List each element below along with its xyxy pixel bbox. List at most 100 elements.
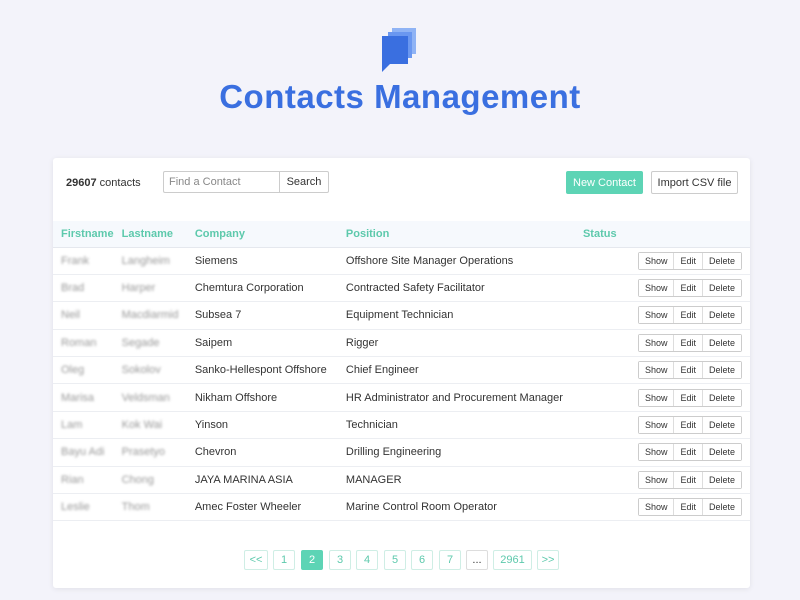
delete-button[interactable]: Delete xyxy=(701,389,741,406)
cell-position: Equipment Technician xyxy=(345,309,454,322)
row-actions: Show Edit Delete xyxy=(637,443,742,462)
cell-firstname: Brad xyxy=(61,282,85,295)
row-actions: Show Edit Delete xyxy=(637,333,742,352)
table-row: Neil Macdiarmid Subsea 7 Equipment Technici… xyxy=(53,302,750,330)
page-button[interactable]: 4 xyxy=(356,550,378,570)
contact-count: 29607 contacts xyxy=(66,177,141,189)
header-actions xyxy=(638,221,750,247)
cell-position: Rigger xyxy=(345,336,379,349)
cell-actions: Show Edit Delete xyxy=(637,274,750,301)
row-actions: Show Edit Delete xyxy=(637,279,742,298)
page-button-active[interactable]: 2 xyxy=(301,550,323,570)
cell-lastname: Harper xyxy=(121,282,156,295)
show-button[interactable]: Show xyxy=(638,307,674,324)
cell-company: Amec Foster Wheeler xyxy=(194,501,302,514)
toolbar: 29607 contacts Search New Contact Import… xyxy=(66,171,738,195)
cell-firstname: Lam xyxy=(61,419,83,432)
show-button[interactable]: Show xyxy=(638,252,674,269)
edit-button[interactable]: Edit xyxy=(673,307,702,324)
cell-actions: Show Edit Delete xyxy=(637,466,750,493)
import-csv-button[interactable]: Import CSV file xyxy=(651,171,738,194)
edit-button[interactable]: Edit xyxy=(673,334,702,351)
cell-position: HR Administrator and Procurement Manager xyxy=(345,391,563,404)
cell-actions: Show Edit Delete xyxy=(637,384,750,411)
delete-button[interactable]: Delete xyxy=(701,417,741,434)
show-button[interactable]: Show xyxy=(638,334,674,351)
table-row: Roman Segade Saipem Rigger Show Edit Delete xyxy=(53,329,750,357)
page-next-button[interactable]: >> xyxy=(537,550,559,570)
cell-company: Chemtura Corporation xyxy=(194,282,304,295)
cell-company: Chevron xyxy=(194,446,237,459)
header-status[interactable]: Status xyxy=(583,221,638,247)
page-title: Contacts Management xyxy=(219,78,581,115)
delete-button[interactable]: Delete xyxy=(701,444,741,461)
cell-company: Saipem xyxy=(194,336,233,349)
edit-button[interactable]: Edit xyxy=(673,362,702,379)
header-position[interactable]: Position xyxy=(346,221,583,247)
row-actions: Show Edit Delete xyxy=(637,306,742,325)
row-actions: Show Edit Delete xyxy=(637,251,742,270)
cell-firstname: Neil xyxy=(61,309,80,322)
chat-bubbles-icon xyxy=(382,28,416,72)
cell-actions: Show Edit Delete xyxy=(637,357,750,384)
cell-position: Contracted Safety Facilitator xyxy=(345,282,485,295)
cell-actions: Show Edit Delete xyxy=(637,329,750,356)
search-button[interactable]: Search xyxy=(279,171,329,193)
table-header-row: Firstname Lastname Company Position Stat… xyxy=(53,221,750,247)
page-first-button[interactable]: << xyxy=(244,550,268,570)
cell-status xyxy=(583,411,638,438)
page-button[interactable]: 6 xyxy=(411,550,433,570)
search-input[interactable] xyxy=(163,171,285,193)
show-button[interactable]: Show xyxy=(638,444,674,461)
cell-firstname: Marisa xyxy=(61,391,95,404)
cell-status xyxy=(583,357,638,384)
edit-button[interactable]: Edit xyxy=(673,389,702,406)
edit-button[interactable]: Edit xyxy=(673,417,702,434)
row-actions: Show Edit Delete xyxy=(637,388,742,407)
new-contact-button[interactable]: New Contact xyxy=(566,171,643,194)
delete-button[interactable]: Delete xyxy=(701,252,741,269)
delete-button[interactable]: Delete xyxy=(701,280,741,297)
show-button[interactable]: Show xyxy=(638,471,674,488)
cell-lastname: Macdiarmid xyxy=(121,309,179,322)
cell-lastname: Prasetyo xyxy=(121,446,166,459)
delete-button[interactable]: Delete xyxy=(701,362,741,379)
cell-actions: Show Edit Delete xyxy=(637,439,750,466)
cell-company: Sanko-Hellespont Offshore xyxy=(194,364,327,377)
header-lastname[interactable]: Lastname xyxy=(122,221,195,247)
cell-status xyxy=(583,494,638,521)
row-actions: Show Edit Delete xyxy=(637,470,742,489)
edit-button[interactable]: Edit xyxy=(673,280,702,297)
cell-status xyxy=(583,329,638,356)
page-button[interactable]: 1 xyxy=(273,550,295,570)
page-last-button[interactable]: 2961 xyxy=(493,550,532,570)
show-button[interactable]: Show xyxy=(638,499,674,516)
edit-button[interactable]: Edit xyxy=(673,471,702,488)
show-button[interactable]: Show xyxy=(638,389,674,406)
edit-button[interactable]: Edit xyxy=(673,444,702,461)
delete-button[interactable]: Delete xyxy=(701,307,741,324)
page-button[interactable]: 3 xyxy=(329,550,351,570)
show-button[interactable]: Show xyxy=(638,417,674,434)
delete-button[interactable]: Delete xyxy=(701,499,741,516)
delete-button[interactable]: Delete xyxy=(701,334,741,351)
header-firstname[interactable]: Firstname xyxy=(53,221,122,247)
cell-status xyxy=(583,384,638,411)
edit-button[interactable]: Edit xyxy=(673,252,702,269)
cell-lastname: Chong xyxy=(121,473,155,486)
show-button[interactable]: Show xyxy=(638,362,674,379)
cell-position: Drilling Engineering xyxy=(345,446,442,459)
table-row: Lam Kok Wai Yinson Technician Show Edit Delete xyxy=(53,411,750,439)
page-button[interactable]: 5 xyxy=(384,550,406,570)
cell-position: Offshore Site Manager Operations xyxy=(345,254,514,267)
cell-firstname: Frank xyxy=(61,254,90,267)
page-button[interactable]: 7 xyxy=(439,550,461,570)
show-button[interactable]: Show xyxy=(638,280,674,297)
table-row: Marisa Veldsman Nikham Offshore HR Administ… xyxy=(53,384,750,412)
header-company[interactable]: Company xyxy=(195,221,346,247)
contacts-table: Firstname Lastname Company Position Stat… xyxy=(53,221,750,521)
table-row: Frank Langheim Siemens Offshore Site Manage… xyxy=(53,247,750,275)
cell-status xyxy=(583,466,638,493)
delete-button[interactable]: Delete xyxy=(701,471,741,488)
edit-button[interactable]: Edit xyxy=(673,499,702,516)
